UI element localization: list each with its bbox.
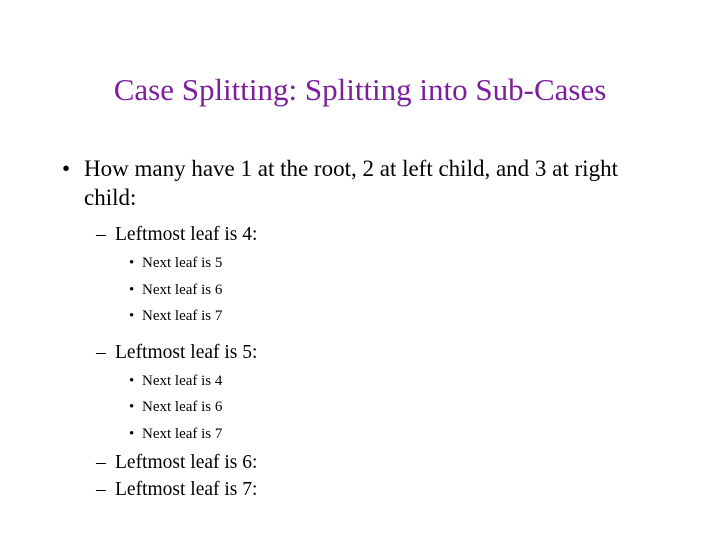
bullet-dash-icon: – <box>96 341 106 363</box>
list-item-label: Next leaf is 6 <box>142 399 223 415</box>
bullet-dot-icon: • <box>129 281 135 298</box>
bullet-dot-icon: • <box>129 372 135 389</box>
list-item-label: How many have 1 at the root, 2 at left c… <box>84 156 618 210</box>
list-item-label: Next leaf is 7 <box>142 425 223 442</box>
slide: Case Splitting: Splitting into Sub-Cases… <box>0 0 720 540</box>
list-item-level3: • Next leaf is 7 <box>0 421 720 448</box>
list-item-label: Next leaf is 4 <box>142 372 223 389</box>
list-item-label: Leftmost leaf is 6: <box>115 452 258 473</box>
list-item-level3: • Next leaf is 6 <box>0 277 720 304</box>
bullet-dash-icon: – <box>96 224 106 245</box>
list-item-label: Next leaf is 7 <box>142 308 223 324</box>
list-item-label: Leftmost leaf is 5: <box>115 341 258 363</box>
list-item-label: Next leaf is 6 <box>142 281 223 298</box>
case-group-leftmost-4: – Leftmost leaf is 4: • Next leaf is 5 •… <box>0 221 720 330</box>
list-item-level2: – Leftmost leaf is 6: <box>0 449 720 476</box>
list-item-level3: • Next leaf is 7 <box>0 303 720 330</box>
bullet-dot-icon: • <box>129 255 135 271</box>
sub-list-level3: • Next leaf is 4 • Next leaf is 6 • Next… <box>0 368 720 448</box>
list-item-label: Leftmost leaf is 4: <box>115 224 258 245</box>
list-item-label: Next leaf is 5 <box>142 255 223 271</box>
bullet-dot-icon: • <box>129 399 135 415</box>
slide-body: • How many have 1 at the root, 2 at left… <box>0 155 720 503</box>
sub-list-level3: • Next leaf is 5 • Next leaf is 6 • Next… <box>0 250 720 330</box>
case-group-leftmost-5: – Leftmost leaf is 5: • Next leaf is 4 •… <box>0 339 720 448</box>
list-item-level3: • Next leaf is 6 <box>0 394 720 421</box>
list-item-label: Leftmost leaf is 7: <box>115 479 258 500</box>
bullet-dot-icon: • <box>129 308 135 324</box>
list-item-level2: – Leftmost leaf is 5: <box>0 339 720 366</box>
list-item-level1: • How many have 1 at the root, 2 at left… <box>0 155 720 212</box>
bullet-dot-icon: • <box>129 425 135 442</box>
bullet-dot-icon: • <box>62 156 71 181</box>
page-title: Case Splitting: Splitting into Sub-Cases <box>113 72 607 107</box>
bullet-dash-icon: – <box>96 452 106 473</box>
list-item-level2: – Leftmost leaf is 4: <box>0 221 720 248</box>
bullet-dash-icon: – <box>96 479 106 500</box>
list-item-level3: • Next leaf is 4 <box>0 368 720 395</box>
list-item-level2: – Leftmost leaf is 7: <box>0 476 720 503</box>
list-item-level3: • Next leaf is 5 <box>0 250 720 277</box>
